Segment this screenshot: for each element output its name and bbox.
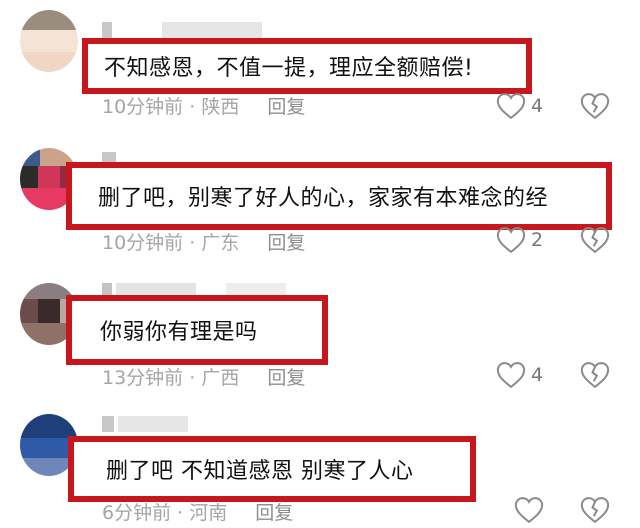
like-count: 4 [531,95,544,117]
comment-time: 10分钟前 [102,232,184,254]
comment-location: 广西 [201,367,240,389]
comment-text: 不知感恩，不值一提，理应全额赔偿! [104,56,474,81]
comment-item: 删了吧 不知道感恩 别寒了人心 6分钟前 · 河南 回复 [0,400,640,524]
comment-meta: 6分钟前 · 河南 回复 [102,502,294,524]
dislike-button[interactable] [580,92,610,124]
dislike-button[interactable] [580,226,610,258]
comment-text: 删了吧 不知道感恩 别寒了人心 [106,459,414,484]
comment-time: 10分钟前 [102,96,184,118]
comment-text-highlight: 你弱你有理是吗 [66,295,328,365]
avatar[interactable] [20,10,78,72]
comment-text: 删了吧，别寒了好人的心，家家有本难念的经 [98,186,549,211]
comment-location: 广东 [201,232,240,254]
comment-item: 删了吧，别寒了好人的心，家家有本难念的经 10分钟前 · 广东 回复 2 [0,130,640,265]
comment-time: 6分钟前 [102,502,172,524]
broken-heart-icon [580,227,610,254]
heart-outline-icon [496,93,526,120]
heart-outline-icon [496,362,526,389]
comment-text-highlight: 删了吧 不知道感恩 别寒了人心 [68,436,476,502]
reply-button[interactable]: 回复 [267,232,305,254]
like-button[interactable]: 4 [496,92,543,120]
comment-text: 你弱你有理是吗 [100,320,258,345]
dislike-button[interactable] [580,496,610,528]
comment-text-highlight: 删了吧，别寒了好人的心，家家有本难念的经 [66,162,612,230]
comment-meta: 10分钟前 · 陕西 回复 [102,96,306,118]
heart-outline-icon [496,227,526,254]
like-button[interactable]: 2 [496,226,543,254]
comment-time: 13分钟前 [102,367,184,389]
reply-button[interactable]: 回复 [267,367,305,389]
comment-item: 不知感恩，不值一提，理应全额赔偿! 10分钟前 · 陕西 回复 4 [0,0,640,130]
username-blurred[interactable] [102,22,302,38]
comment-text-highlight: 不知感恩，不值一提，理应全额赔偿! [82,38,532,94]
heart-outline-icon [514,497,544,524]
comment-item: 你弱你有理是吗 13分钟前 · 广西 回复 4 [0,265,640,400]
like-count: 2 [531,229,544,251]
like-count: 4 [531,364,544,386]
comment-meta: 10分钟前 · 广东 回复 [102,232,306,254]
comment-location: 陕西 [201,96,240,118]
reply-button[interactable]: 回复 [267,96,305,118]
broken-heart-icon [580,362,610,389]
broken-heart-icon [580,93,610,120]
comment-meta: 13分钟前 · 广西 回复 [102,367,306,389]
reply-button[interactable]: 回复 [255,502,293,524]
dislike-button[interactable] [580,361,610,393]
like-button[interactable] [514,496,544,524]
comment-location: 河南 [189,502,228,524]
broken-heart-icon [580,497,610,524]
username-blurred[interactable] [102,416,302,432]
like-button[interactable]: 4 [496,361,543,389]
